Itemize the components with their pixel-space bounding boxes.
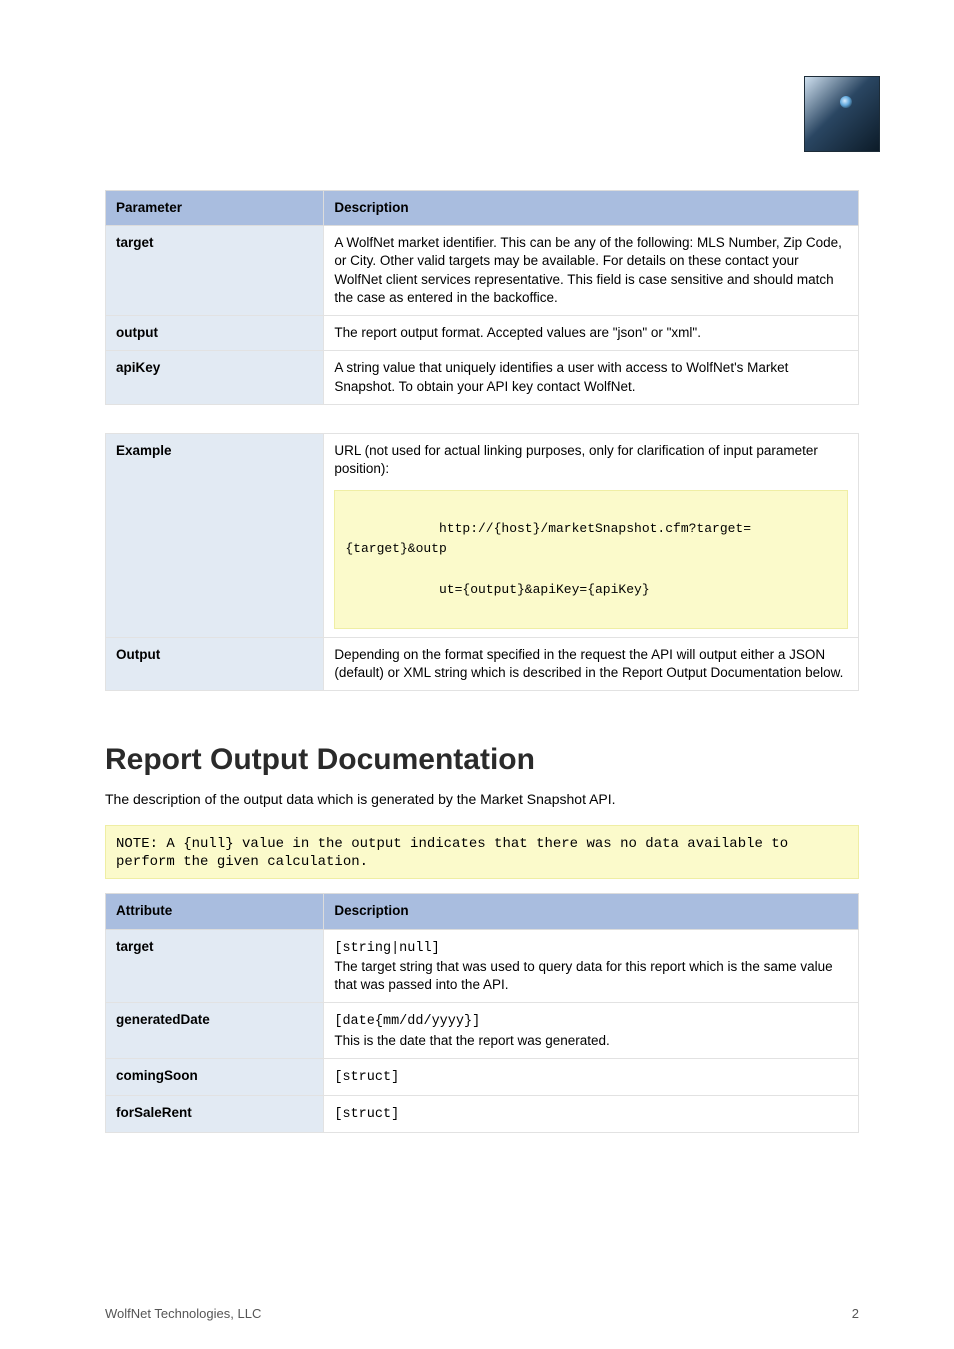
col-parameter: Parameter [106,191,324,226]
attr-desc: [struct] [324,1096,859,1133]
table-row: output The report output format. Accepte… [106,316,859,351]
footer-company: WolfNet Technologies, LLC [105,1306,261,1321]
table-row: apiKey A string value that uniquely iden… [106,351,859,404]
param-desc: A WolfNet market identifier. This can be… [324,226,859,316]
attr-desc: [date{mm/dd/yyyy}] This is the date that… [324,1003,859,1058]
row-label-example: Example [106,433,324,637]
param-desc: A string value that uniquely identifies … [324,351,859,404]
table-row: forSaleRent [struct] [106,1096,859,1133]
page-footer: WolfNet Technologies, LLC 2 [105,1306,859,1321]
note-text: NOTE: A {null} value in the output indic… [116,836,788,870]
table-row: Output Depending on the format specified… [106,638,859,691]
param-desc: The report output format. Accepted value… [324,316,859,351]
table-row: generatedDate [date{mm/dd/yyyy}] This is… [106,1003,859,1058]
example-output-table: Example URL (not used for actual linking… [105,433,859,692]
attr-text: The target string that was used to query… [334,959,832,992]
attr-type: [date{mm/dd/yyyy}] [334,1014,480,1029]
param-name: output [106,316,324,351]
output-attributes-table: Attribute Description target [string|nul… [105,893,859,1133]
col-attribute: Attribute [106,894,324,929]
row-label-output: Output [106,638,324,691]
row-value-example: URL (not used for actual linking purpose… [324,433,859,637]
table-row: target A WolfNet market identifier. This… [106,226,859,316]
param-name: apiKey [106,351,324,404]
code-line: http://{host}/marketSnapshot.cfm?target=… [345,521,751,556]
attr-type: [string|null] [334,941,439,956]
attr-name: comingSoon [106,1058,324,1095]
example-plain-text: URL (not used for actual linking purpose… [334,442,848,478]
attr-type: [struct] [334,1107,399,1122]
attr-desc: [string|null] The target string that was… [324,929,859,1003]
wolf-eye-icon [804,76,880,152]
attr-type: [struct] [334,1070,399,1085]
attr-name: generatedDate [106,1003,324,1058]
table-row: comingSoon [struct] [106,1058,859,1095]
table-header-row: Attribute Description [106,894,859,929]
section-title: Report Output Documentation [105,743,859,777]
section-description: The description of the output data which… [105,791,859,807]
footer-page-number: 2 [852,1306,859,1321]
attr-desc: [struct] [324,1058,859,1095]
parameters-table: Parameter Description target A WolfNet m… [105,190,859,405]
example-url-code: http://{host}/marketSnapshot.cfm?target=… [334,490,848,629]
param-name: target [106,226,324,316]
attr-name: target [106,929,324,1003]
row-value-output: Depending on the format specified in the… [324,638,859,691]
attr-name: forSaleRent [106,1096,324,1133]
table-row: Example URL (not used for actual linking… [106,433,859,637]
attr-text: This is the date that the report was gen… [334,1033,609,1048]
col-description: Description [324,894,859,929]
null-value-note: NOTE: A {null} value in the output indic… [105,825,859,879]
col-description: Description [324,191,859,226]
table-row: target [string|null] The target string t… [106,929,859,1003]
logo [804,76,880,152]
table-header-row: Parameter Description [106,191,859,226]
code-line: ut={output}&apiKey={apiKey} [439,582,650,597]
